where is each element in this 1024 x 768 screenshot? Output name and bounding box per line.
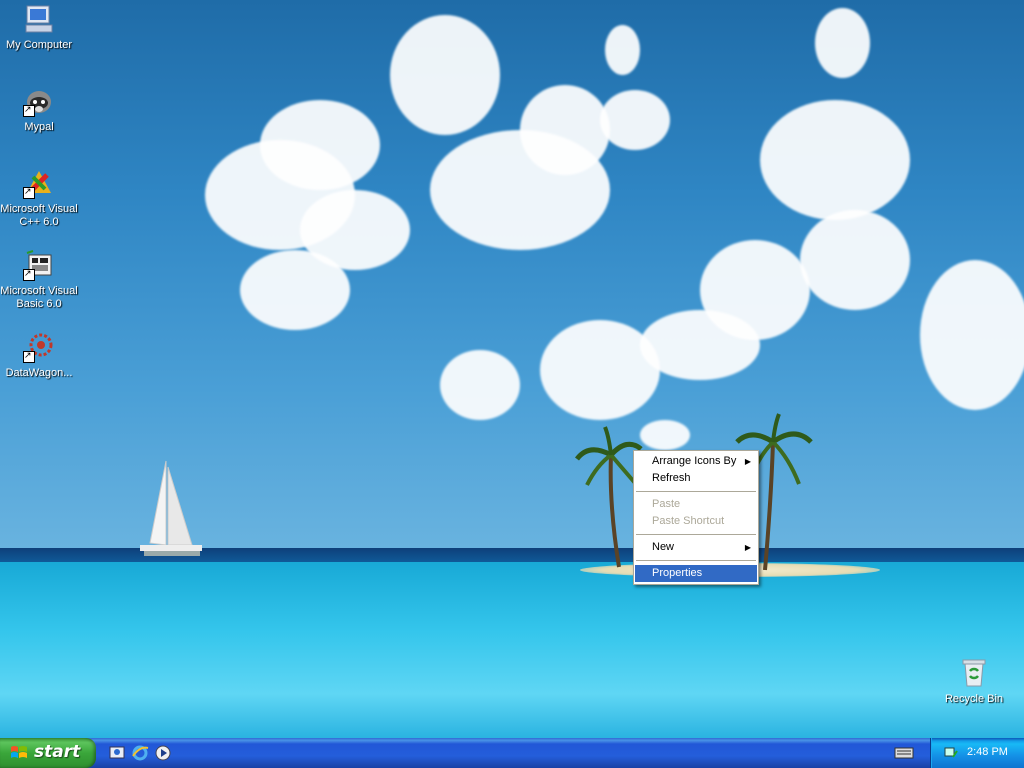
wallpaper-sea bbox=[0, 562, 1024, 738]
desktop-icon-label: Microsoft Visual Basic 6.0 bbox=[0, 285, 78, 310]
desktop-icon-label: My Computer bbox=[5, 39, 73, 51]
taskbar-clock[interactable]: 2:48 PM bbox=[967, 746, 1008, 758]
menu-item-label: Paste bbox=[652, 498, 681, 510]
media-player-icon[interactable] bbox=[154, 744, 172, 762]
menu-item-arrange-icons-by[interactable]: Arrange Icons By ▶ bbox=[635, 453, 757, 470]
mypal-raccoon-icon bbox=[23, 85, 55, 117]
my-computer-icon bbox=[23, 3, 55, 35]
shortcut-arrow-icon bbox=[23, 267, 35, 281]
desktop-icon-visual-basic[interactable]: Microsoft Visual Basic 6.0 bbox=[0, 249, 79, 311]
menu-item-label: Properties bbox=[652, 567, 703, 579]
desktop-icon-label: Microsoft Visual C++ 6.0 bbox=[0, 203, 78, 228]
windows-flag-icon bbox=[11, 746, 27, 758]
menu-item-refresh[interactable]: Refresh bbox=[635, 470, 757, 487]
keyboard-icon[interactable] bbox=[894, 746, 914, 760]
desktop[interactable]: My Computer Mypal Microsoft Visual C++ 6… bbox=[0, 0, 1024, 738]
desktop-icon-mypal[interactable]: Mypal bbox=[0, 85, 79, 134]
menu-item-new[interactable]: New ▶ bbox=[635, 539, 757, 556]
start-button[interactable]: start bbox=[0, 738, 96, 768]
shortcut-arrow-icon bbox=[23, 185, 35, 199]
menu-separator bbox=[636, 560, 756, 561]
desktop-icon-label: DataWagon... bbox=[5, 367, 73, 379]
visual-cpp-icon bbox=[23, 167, 55, 199]
desktop-icon-label: Recycle Bin bbox=[944, 693, 1004, 705]
sailboat bbox=[140, 460, 202, 556]
submenu-arrow-icon: ▶ bbox=[744, 543, 751, 552]
menu-item-label: New bbox=[652, 541, 675, 553]
menu-item-paste-shortcut[interactable]: Paste Shortcut bbox=[635, 513, 757, 530]
system-tray: 2:48 PM bbox=[930, 738, 1024, 768]
desktop-icon-my-computer[interactable]: My Computer bbox=[0, 3, 79, 52]
menu-item-label: Arrange Icons By bbox=[652, 455, 737, 467]
desktop-icon-visual-cpp[interactable]: Microsoft Visual C++ 6.0 bbox=[0, 167, 79, 229]
desktop-icon-datawagon[interactable]: DataWagon... bbox=[0, 331, 79, 380]
menu-separator bbox=[636, 491, 756, 492]
menu-item-label: Paste Shortcut bbox=[652, 515, 725, 527]
taskbar: start 2:48 PM bbox=[0, 738, 1024, 768]
desktop-icon-recycle-bin[interactable]: Recycle Bin bbox=[934, 657, 1014, 706]
menu-item-properties[interactable]: Properties bbox=[635, 565, 757, 582]
shortcut-arrow-icon bbox=[23, 103, 35, 117]
network-tray-icon[interactable] bbox=[943, 745, 959, 761]
menu-item-label: Refresh bbox=[652, 472, 691, 484]
start-label: start bbox=[34, 742, 81, 762]
menu-item-paste[interactable]: Paste bbox=[635, 496, 757, 513]
desktop-icon-label: Mypal bbox=[24, 121, 54, 133]
menu-separator bbox=[636, 534, 756, 535]
datawagon-icon bbox=[23, 331, 55, 363]
desktop-context-menu: Arrange Icons By ▶ Refresh Paste Paste S… bbox=[633, 450, 759, 585]
internet-explorer-icon[interactable] bbox=[131, 744, 149, 762]
recycle-bin-icon bbox=[958, 657, 990, 689]
visual-basic-icon bbox=[23, 249, 55, 281]
show-desktop-icon[interactable] bbox=[108, 744, 126, 762]
submenu-arrow-icon: ▶ bbox=[744, 457, 751, 466]
shortcut-arrow-icon bbox=[23, 349, 35, 363]
